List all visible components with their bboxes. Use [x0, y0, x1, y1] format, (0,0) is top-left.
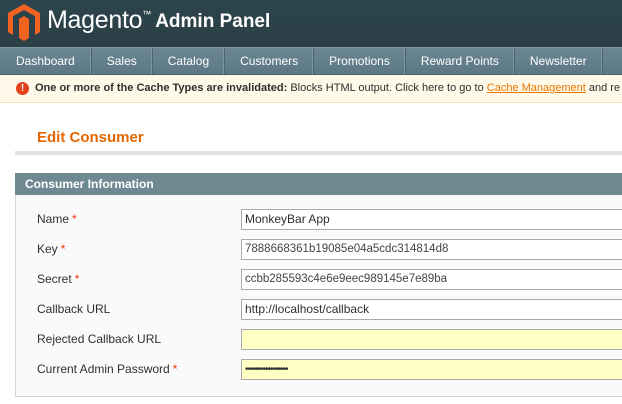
form-row-callback-url: Callback URL http://localhost/callback [16, 299, 622, 321]
secret-label: Secret [37, 272, 72, 286]
callback-url-input[interactable]: http://localhost/callback [241, 299, 622, 320]
field-label: Name * [37, 212, 77, 226]
required-marker: * [60, 242, 66, 256]
form-row-secret: Secret * ccbb285593c4e6e9eec989145e7e89ba [16, 269, 622, 291]
nav-item-promotions[interactable]: Promotions [314, 48, 406, 74]
error-icon: ! [16, 82, 29, 95]
page-title: Edit Consumer [37, 129, 144, 146]
fieldset-legend: Consumer Information [15, 173, 622, 195]
secret-input[interactable]: ccbb285593c4e6e9eec989145e7e89ba [241, 269, 622, 290]
nav-item-reward-points[interactable]: Reward Points [406, 48, 515, 74]
brand-panel-label: Admin Panel [155, 11, 271, 32]
required-marker: * [172, 362, 178, 376]
current-admin-password-input[interactable]: ••••••••••••••••• [241, 359, 622, 380]
nav-item-customers[interactable]: Customers [225, 48, 315, 74]
notice-message: One or more of the Cache Types are inval… [35, 75, 620, 102]
current-admin-password-label: Current Admin Password [37, 362, 170, 376]
title-divider [15, 151, 622, 155]
brand-title: Magento™ Admin Panel [47, 6, 270, 35]
required-marker: * [74, 272, 80, 286]
cache-notice-bar: ! One or more of the Cache Types are inv… [0, 75, 622, 103]
nav-item-newsletter[interactable]: Newsletter [515, 48, 603, 74]
cache-management-link[interactable]: Cache Management [487, 82, 586, 94]
form-row-key: Key * 7888668361b19085e04a5cdc314814d8 [16, 239, 622, 261]
name-input[interactable]: MonkeyBar App [241, 209, 622, 230]
form-row-name: Name * MonkeyBar App [16, 209, 622, 231]
consumer-information-fieldset: Name * MonkeyBar App Key * 7888668361b1908… [15, 195, 622, 397]
field-label: Current Admin Password * [37, 362, 177, 376]
field-label: Callback URL [37, 302, 110, 316]
magento-logo-icon[interactable] [7, 3, 41, 41]
field-label: Key * [37, 242, 65, 256]
form-row-current-admin-password: Current Admin Password * ••••••••••••••••… [16, 359, 622, 381]
nav-item-catalog[interactable]: Catalog [153, 48, 226, 74]
name-label: Name [37, 212, 70, 226]
main-navigation: Dashboard Sales Catalog Customers Promot… [0, 47, 622, 75]
notice-body-text: Blocks HTML output. Click here to go to [287, 82, 487, 94]
nav-item-sales[interactable]: Sales [92, 48, 153, 74]
admin-header: Magento™ Admin Panel [0, 0, 622, 47]
brand-name: Magento [47, 6, 143, 34]
field-label: Rejected Callback URL [37, 332, 161, 346]
key-input[interactable]: 7888668361b19085e04a5cdc314814d8 [241, 239, 622, 260]
notice-tail-text: and re [585, 82, 621, 94]
notice-bold-text: One or more of the Cache Types are inval… [35, 82, 288, 94]
key-label: Key [37, 242, 58, 256]
brand-trademark: ™ [142, 9, 152, 19]
nav-item-dashboard[interactable]: Dashboard [0, 48, 92, 74]
form-row-rejected-callback-url: Rejected Callback URL [16, 329, 622, 351]
field-label: Secret * [37, 272, 79, 286]
callback-url-label: Callback URL [37, 302, 111, 316]
rejected-callback-url-input[interactable] [241, 329, 622, 350]
required-marker: * [72, 212, 77, 226]
rejected-callback-url-label: Rejected Callback URL [37, 332, 162, 346]
